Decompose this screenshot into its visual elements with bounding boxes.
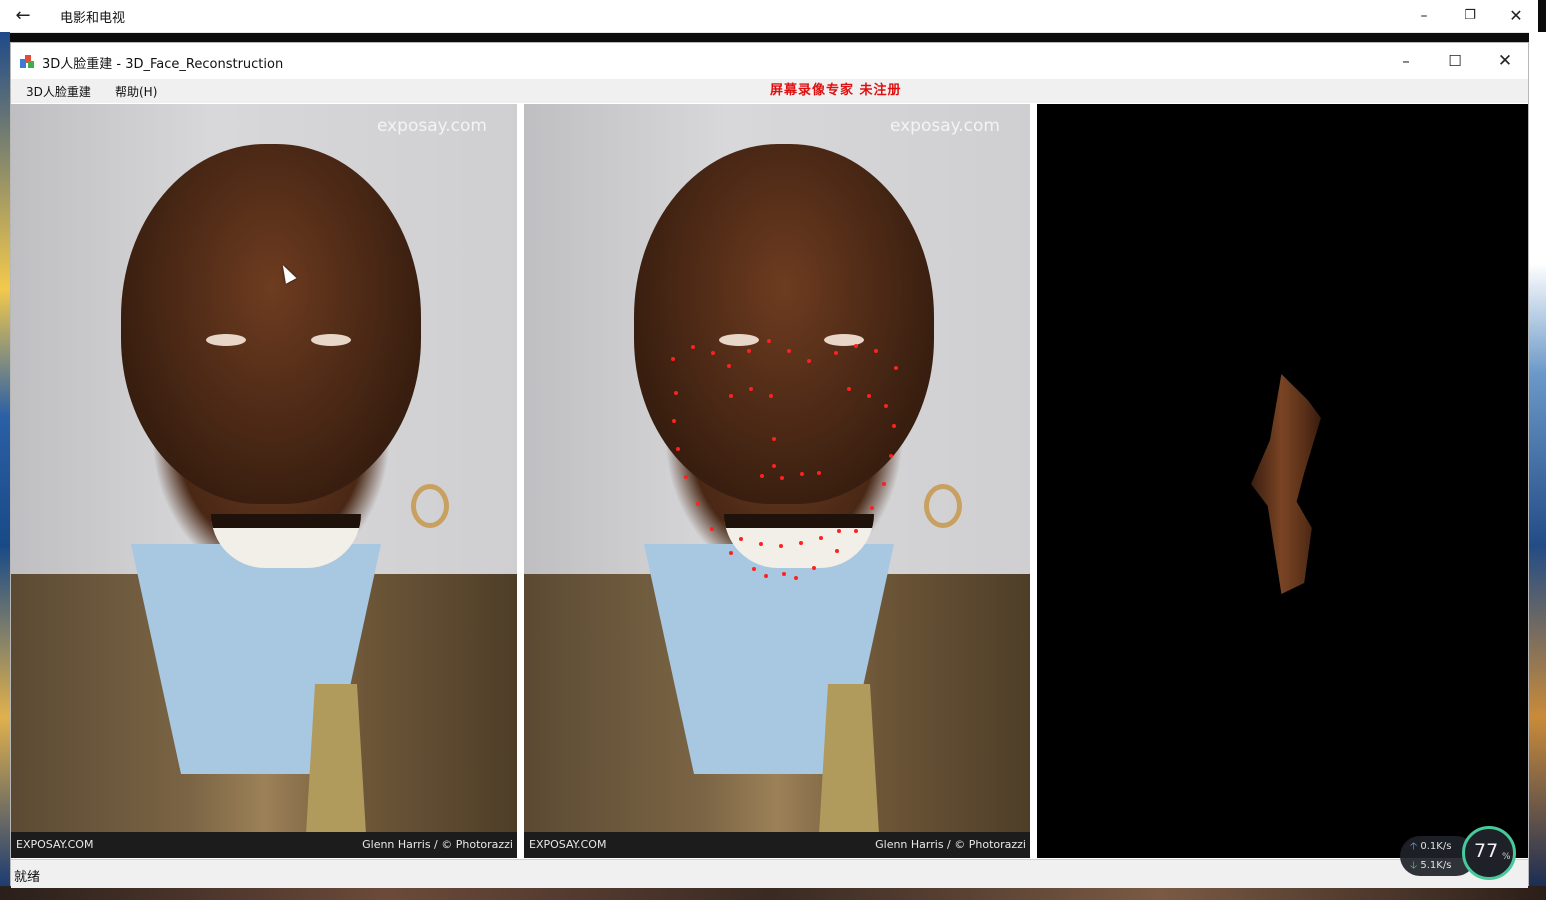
landmark-point	[817, 471, 821, 475]
back-arrow-icon[interactable]: ←	[8, 4, 38, 28]
landmark-point	[684, 475, 688, 479]
app-icon	[20, 55, 34, 68]
outer-titlebar: ← 电影和电视 – ❐ ✕	[0, 0, 1538, 33]
caption-source: EXPOSAY.COM	[529, 838, 607, 851]
landmark-point	[892, 424, 896, 428]
landmark-point	[747, 349, 751, 353]
minimize-icon[interactable]: –	[1404, 4, 1444, 28]
landmark-point	[812, 566, 816, 570]
reconstructed-3d-face	[1251, 374, 1321, 594]
landmark-point	[874, 349, 878, 353]
landmark-point	[884, 404, 888, 408]
reconstruction-panel	[1037, 104, 1528, 858]
landmark-point	[847, 387, 851, 391]
landmark-point	[807, 359, 811, 363]
landmark-point	[729, 394, 733, 398]
gauge-value: 77	[1474, 840, 1499, 862]
landmark-point	[674, 391, 678, 395]
landmark-point	[711, 351, 715, 355]
landmarks-image-panel: exposay.com EXPOSAY.COM Glenn Harris / ©…	[524, 104, 1030, 858]
close-icon[interactable]: ✕	[1496, 4, 1536, 28]
landmark-point	[835, 549, 839, 553]
landmark-point	[780, 476, 784, 480]
landmark-point	[672, 419, 676, 423]
photo-caption-bar: EXPOSAY.COM Glenn Harris / © Photorazzi	[11, 832, 517, 858]
caption-source: EXPOSAY.COM	[16, 838, 94, 851]
landmark-point	[760, 474, 764, 478]
desktop-background-left	[0, 32, 10, 888]
landmark-point	[779, 544, 783, 548]
landmark-point	[691, 345, 695, 349]
landmark-point	[834, 351, 838, 355]
app-window: 3D人脸重建 - 3D_Face_Reconstruction – ☐ ✕ 3D…	[10, 42, 1529, 888]
landmark-point	[696, 502, 700, 506]
landmark-point	[889, 454, 893, 458]
landmark-point	[854, 529, 858, 533]
photo-caption-bar: EXPOSAY.COM Glenn Harris / © Photorazzi	[524, 832, 1030, 858]
landmark-point	[799, 541, 803, 545]
photo-site-watermark: exposay.com	[376, 116, 487, 136]
statusbar: 就绪	[11, 859, 1528, 888]
landmark-point	[894, 366, 898, 370]
portrait-photo: exposay.com	[11, 104, 517, 834]
recorder-watermark: 屏幕录像专家 未注册	[770, 83, 902, 98]
landmark-point	[710, 527, 714, 531]
landmark-point	[764, 574, 768, 578]
gauge-unit: %	[1502, 852, 1511, 862]
landmark-point	[676, 447, 680, 451]
usage-gauge[interactable]: 77 %	[1462, 826, 1516, 880]
restore-icon[interactable]: ❐	[1450, 4, 1490, 28]
portrait-photo-landmarks: exposay.com	[524, 104, 1030, 834]
download-arrow-icon: 🡣	[1410, 860, 1418, 871]
status-text: 就绪	[14, 870, 41, 885]
upload-speed: 🡡 0.1K/s	[1410, 841, 1452, 852]
landmark-point	[767, 339, 771, 343]
maximize-icon[interactable]: ☐	[1432, 49, 1478, 73]
landmark-point	[882, 482, 886, 486]
landmark-point	[782, 572, 786, 576]
desktop-background-right	[1529, 32, 1546, 888]
photo-site-watermark: exposay.com	[889, 116, 1000, 136]
landmark-point	[800, 472, 804, 476]
landmark-point	[739, 537, 743, 541]
landmark-point	[749, 387, 753, 391]
menu-help[interactable]: 帮助(H)	[115, 83, 157, 100]
landmark-point	[759, 542, 763, 546]
landmark-point	[727, 364, 731, 368]
landmark-point	[772, 464, 776, 468]
download-speed: 🡣 5.1K/s	[1410, 860, 1452, 871]
caption-credit: Glenn Harris / © Photorazzi	[362, 838, 513, 851]
desktop-background-bottom	[0, 886, 1546, 900]
landmark-point	[671, 357, 675, 361]
caption-credit: Glenn Harris / © Photorazzi	[875, 838, 1026, 851]
minimize-icon[interactable]: –	[1383, 49, 1429, 73]
landmark-point	[752, 567, 756, 571]
landmark-point	[772, 437, 776, 441]
landmark-point	[819, 536, 823, 540]
app-window-title: 3D人脸重建 - 3D_Face_Reconstruction	[42, 57, 284, 72]
outer-window-title: 电影和电视	[60, 11, 126, 26]
landmark-point	[870, 506, 874, 510]
close-icon[interactable]: ✕	[1482, 49, 1528, 73]
landmark-point	[769, 394, 773, 398]
landmark-point	[867, 394, 871, 398]
landmark-point	[854, 344, 858, 348]
original-image-panel: exposay.com EXPOSAY.COM Glenn Harris / ©…	[11, 104, 517, 858]
upload-arrow-icon: 🡡	[1410, 841, 1418, 852]
menu-face-reconstruction[interactable]: 3D人脸重建	[26, 83, 91, 100]
menubar: 3D人脸重建 帮助(H) 屏幕录像专家 未注册	[11, 79, 1528, 103]
landmark-point	[837, 529, 841, 533]
landmark-point	[729, 551, 733, 555]
landmark-point	[794, 576, 798, 580]
landmark-point	[787, 349, 791, 353]
app-titlebar: 3D人脸重建 - 3D_Face_Reconstruction – ☐ ✕	[11, 43, 1528, 79]
